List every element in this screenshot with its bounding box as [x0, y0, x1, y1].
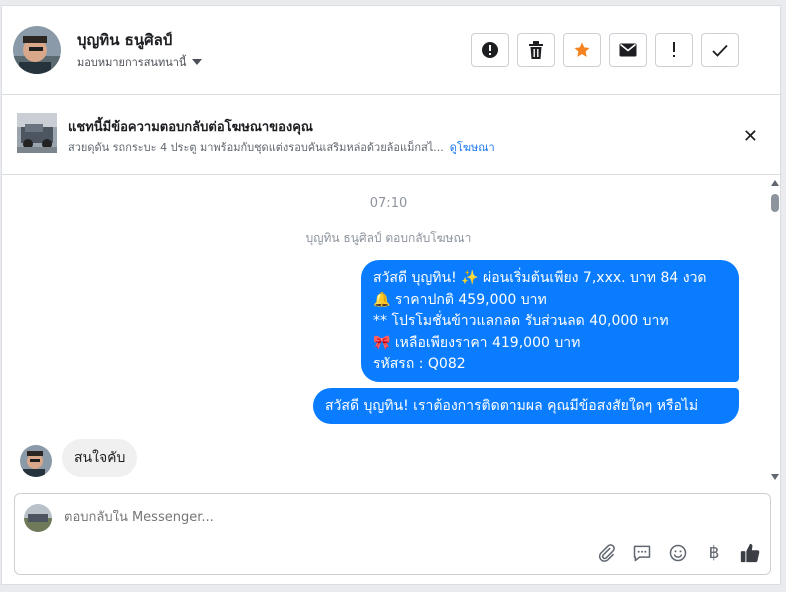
spam-report-icon	[482, 42, 498, 58]
composer-tools: ฿	[595, 542, 761, 564]
emoji-icon	[669, 544, 687, 562]
close-icon[interactable]: ✕	[743, 128, 758, 146]
envelope-icon	[619, 43, 637, 57]
caret-down-icon	[192, 59, 203, 65]
saved-replies-button[interactable]	[631, 542, 653, 564]
ad-banner-title: แชทนี้มีข้อความตอบกลับต่อโฆษณาของคุณ	[68, 120, 313, 135]
emoji-button[interactable]	[667, 542, 689, 564]
ad-description: สวยดุดัน รถกระบะ 4 ประตู มาพร้อมกับชุดแต…	[68, 141, 444, 154]
trash-icon	[529, 41, 543, 59]
star-icon	[574, 42, 590, 57]
outgoing-message: สวัสดี บุญทิน! เราต้องการติดตามผล คุณมีข…	[313, 388, 739, 424]
mark-done-button[interactable]	[701, 33, 739, 67]
saved-reply-icon	[633, 545, 651, 562]
reply-input[interactable]	[64, 510, 664, 525]
checkmark-icon	[712, 44, 728, 57]
message-line: ** โปรโมชั่นข้าวแลกลด รับส่วนลด 40,000 บ…	[373, 313, 669, 329]
outgoing-message: สวัสดี บุญทิน! ✨ ผ่อนเริ่มต้นเพียง 7,xxx…	[361, 260, 739, 382]
message-line: 🎀 เหลือเพียงราคา 419,000 บาท	[373, 334, 581, 351]
message-line: 🔔 ราคาปกติ 459,000 บาท	[373, 291, 547, 308]
conversation-panel: บุญทิน ธนูศิลป์ มอบหมายการสนทนานี้ แชทนี…	[1, 5, 782, 585]
page-avatar	[24, 504, 52, 532]
star-button[interactable]	[563, 33, 601, 67]
mark-unread-button[interactable]	[609, 33, 647, 67]
ad-reply-banner: แชทนี้มีข้อความตอบกลับต่อโฆษณาของคุณ สวย…	[2, 94, 782, 175]
incoming-message: สนใจคับ	[62, 439, 138, 477]
contact-avatar-small	[20, 445, 52, 477]
message-line: สวัสดี บุญทิน! ✨ ผ่อนเริ่มต้นเพียง 7,xxx…	[373, 270, 707, 286]
attach-button[interactable]	[595, 542, 617, 564]
payment-button[interactable]: ฿	[703, 542, 725, 564]
ad-thumbnail[interactable]	[17, 113, 57, 153]
scroll-down-arrow-icon[interactable]	[771, 474, 779, 480]
assign-conversation-dropdown[interactable]: มอบหมายการสนทนานี้	[77, 53, 203, 71]
paperclip-icon	[598, 544, 615, 562]
contact-name: บุญทิน ธนูศิลป์	[77, 31, 173, 49]
like-button[interactable]	[739, 542, 761, 564]
delete-button[interactable]	[517, 33, 555, 67]
contact-avatar[interactable]	[13, 26, 61, 74]
baht-payment-icon: ฿	[708, 543, 720, 563]
conversation-header: บุญทิน ธนูศิลป์ มอบหมายการสนทนานี้	[2, 6, 782, 95]
thumbs-up-icon	[740, 543, 760, 563]
scroll-up-arrow-icon[interactable]	[771, 180, 779, 186]
view-ad-link[interactable]: ดูโฆษณา	[450, 141, 495, 154]
header-actions	[471, 33, 739, 67]
exclamation-icon	[673, 42, 675, 57]
assign-label: มอบหมายการสนทนานี้	[77, 56, 187, 69]
message-composer: ฿	[14, 493, 771, 575]
thread-scrollbar[interactable]	[768, 174, 782, 486]
follow-up-button[interactable]	[655, 33, 693, 67]
scroll-thumb[interactable]	[771, 194, 779, 212]
spam-report-button[interactable]	[471, 33, 509, 67]
message-thread: 07:10 บุญทิน ธนูศิลป์ ตอบกลับโฆษณา สวัสด…	[2, 174, 782, 486]
ad-reply-note: บุญทิน ธนูศิลป์ ตอบกลับโฆษณา	[305, 231, 472, 245]
message-line: รหัสรถ : Q082	[373, 356, 466, 372]
ad-banner-subtitle: สวยดุดัน รถกระบะ 4 ประตู มาพร้อมกับชุดแต…	[68, 138, 495, 156]
message-timestamp: 07:10	[369, 196, 408, 211]
